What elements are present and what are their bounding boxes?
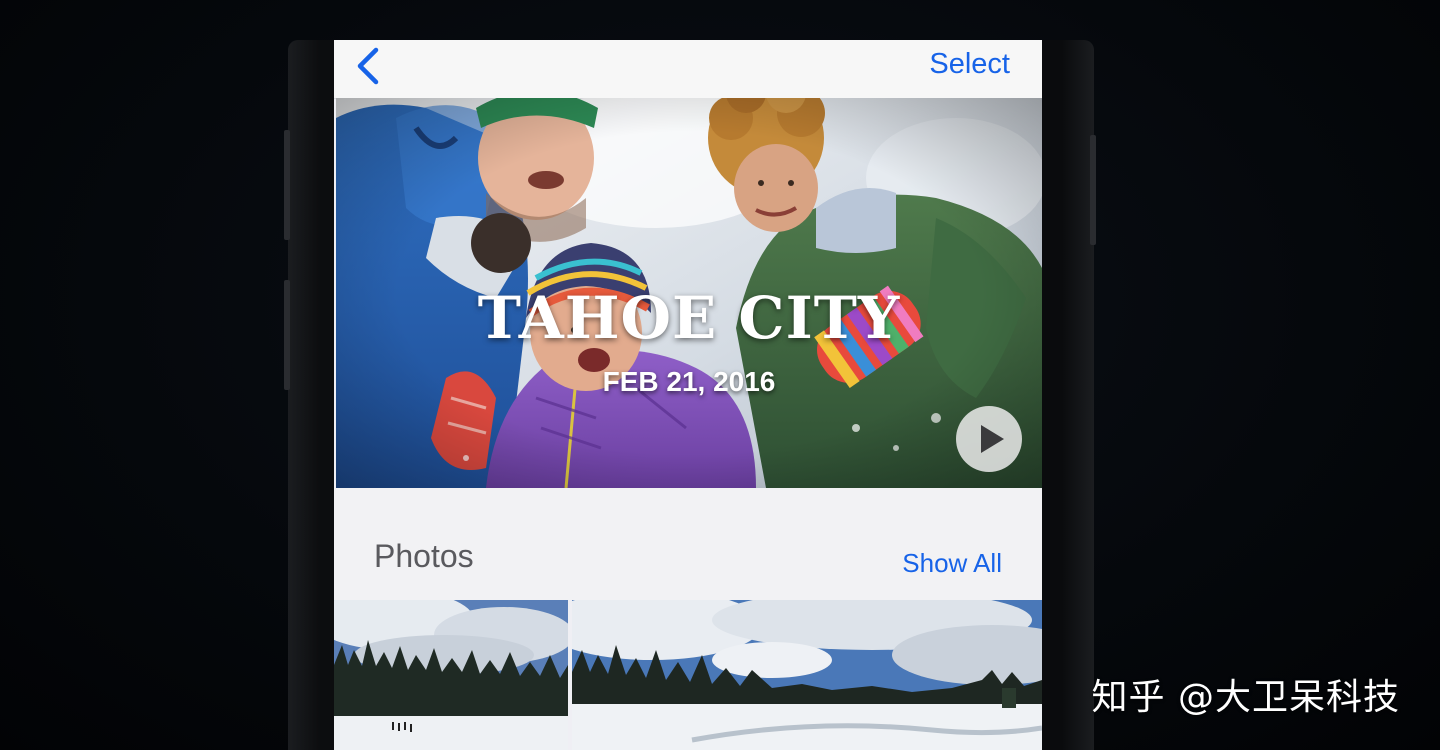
- back-button[interactable]: [350, 46, 386, 92]
- phone-screen: Select TAHOE CITY FEB 21, 2016 Photos Sh…: [334, 40, 1042, 750]
- section-title: Photos: [374, 538, 474, 574]
- keynote-stage: Select TAHOE CITY FEB 21, 2016 Photos Sh…: [0, 0, 1440, 750]
- chevron-left-icon: [357, 47, 379, 85]
- select-button[interactable]: Select: [929, 44, 1010, 84]
- navigation-bar: Select: [334, 40, 1042, 99]
- watermark: 知乎 @大卫呆科技: [1091, 677, 1400, 718]
- snow-landscape-photo: [572, 600, 1042, 750]
- play-button[interactable]: [956, 406, 1022, 472]
- phone-side-button: [284, 130, 290, 240]
- phone-side-button: [1090, 135, 1096, 245]
- photo-thumbnail[interactable]: [572, 600, 1042, 750]
- show-all-button[interactable]: Show All: [902, 548, 1002, 579]
- photos-section-header: Photos Show All: [334, 488, 1042, 600]
- play-icon: [981, 425, 1004, 453]
- memory-title: TAHOE CITY: [477, 284, 901, 352]
- memory-date: FEB 21, 2016: [602, 366, 776, 397]
- memory-hero-image[interactable]: TAHOE CITY FEB 21, 2016: [336, 98, 1042, 488]
- phone-side-button: [284, 280, 290, 390]
- snow-landscape-photo: [334, 600, 568, 750]
- photo-thumbnail[interactable]: [334, 600, 568, 750]
